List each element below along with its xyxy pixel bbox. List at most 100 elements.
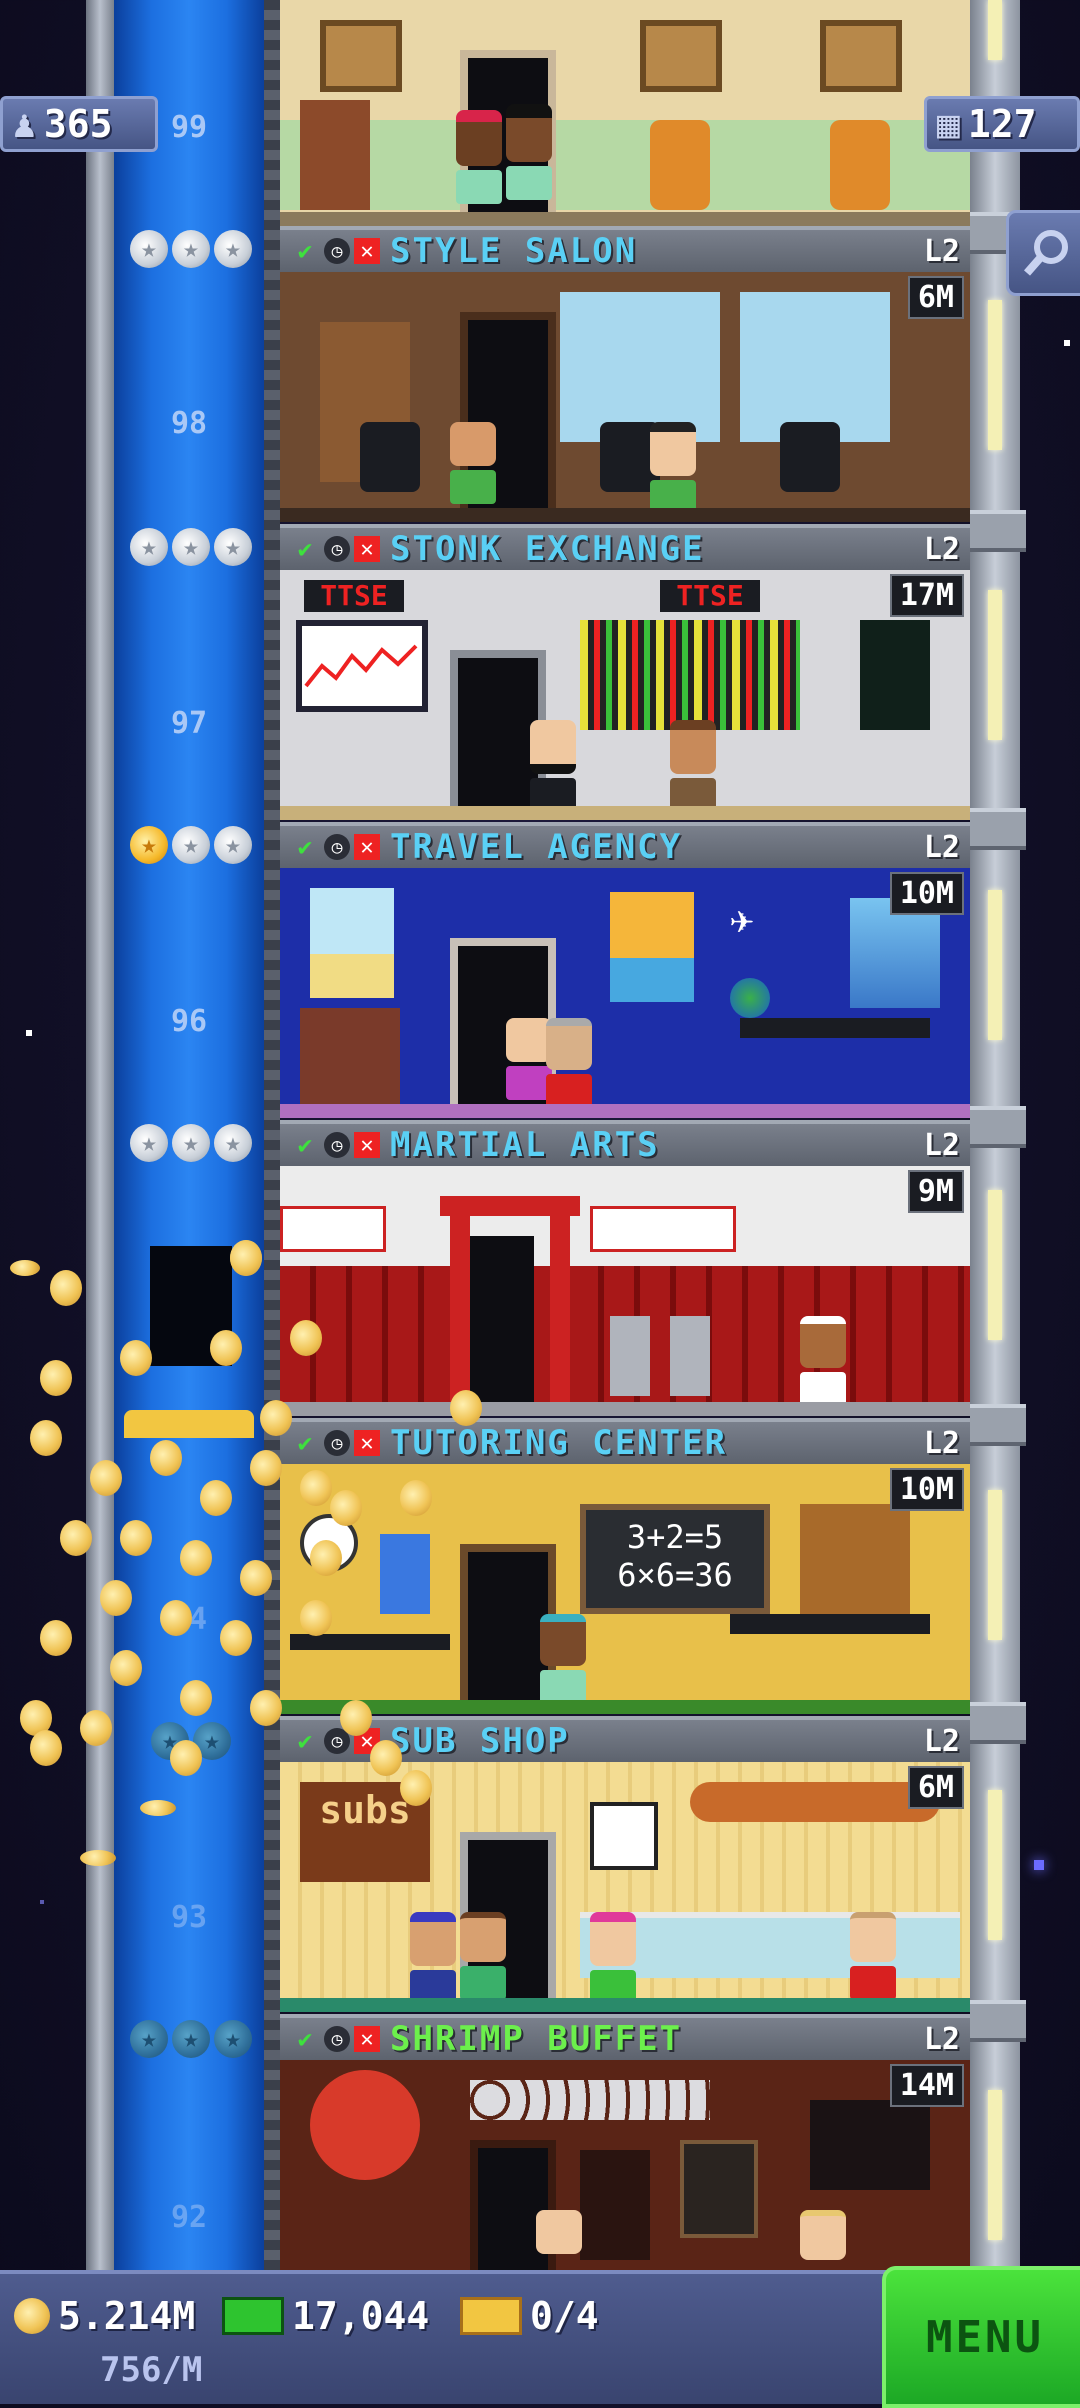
bitizen[interactable]: [456, 110, 506, 204]
bitizen[interactable]: [546, 1018, 596, 1108]
tickets-counter[interactable]: 0/4: [460, 2294, 599, 2338]
close-icon[interactable]: ✕: [354, 1430, 380, 1456]
desk: [290, 1634, 450, 1650]
bitizen[interactable]: [536, 2210, 586, 2270]
elevator-car[interactable]: [124, 1410, 254, 1438]
clock-icon: ◷: [324, 1430, 350, 1456]
check-icon: ✔: [297, 1429, 313, 1457]
floor-level: L2: [923, 829, 960, 865]
floor-level: L2: [923, 1127, 960, 1163]
close-icon[interactable]: ✕: [354, 238, 380, 264]
banner: [280, 1206, 386, 1252]
close-icon[interactable]: ✕: [354, 536, 380, 562]
locker: [670, 1316, 710, 1396]
bitizen[interactable]: [800, 2210, 850, 2270]
coins-counter[interactable]: 5.214M: [14, 2294, 195, 2338]
floor-99[interactable]: [280, 0, 970, 226]
building-icon: ▦: [937, 102, 960, 146]
floor-star-rating: ★ ★ ★: [118, 524, 264, 570]
sunset-poster: [610, 892, 694, 1002]
stock-chart-screen: [296, 620, 428, 712]
bitizen[interactable]: [850, 1912, 900, 2000]
bitizen[interactable]: [540, 1614, 590, 1704]
floor-counter[interactable]: ▦ 127: [924, 96, 1080, 152]
check-icon: ✔: [297, 535, 313, 563]
shaft-floor-number: 98: [170, 406, 208, 441]
floor-level: L2: [923, 1425, 960, 1461]
shaft-floor-number: 96: [170, 1004, 208, 1039]
silver-star-icon: ★: [172, 1124, 210, 1162]
floor-star-rating: ★ ★ ★: [118, 1120, 264, 1166]
floor-level: L2: [923, 2021, 960, 2057]
check-icon: ✔: [297, 2025, 313, 2053]
floor-name: SUB SHOP: [390, 1721, 570, 1761]
floor-value: 6M: [907, 276, 964, 319]
floor-level: L2: [923, 531, 960, 567]
armchair: [650, 120, 710, 210]
window: [740, 292, 890, 442]
floor-value: 17M: [889, 574, 964, 617]
shaft-divider: [264, 0, 280, 2270]
ticker-sign: TTSE: [660, 580, 760, 612]
silver-star-icon: ★: [130, 230, 168, 268]
bitizen[interactable]: [800, 1316, 850, 1406]
sign: [590, 1802, 658, 1870]
room-door: [470, 1236, 534, 1402]
tickets-value: 0/4: [530, 2294, 599, 2338]
menu-button[interactable]: MENU: [882, 2266, 1080, 2408]
search-button[interactable]: [1006, 210, 1080, 296]
bitizen[interactable]: [590, 1912, 640, 2004]
shrimp-sign: [310, 2070, 420, 2180]
bitizen[interactable]: [506, 104, 556, 200]
silver-star-icon: ★: [130, 528, 168, 566]
close-icon[interactable]: ✕: [354, 2026, 380, 2052]
desk: [730, 1614, 930, 1634]
silver-star-icon: ★: [172, 826, 210, 864]
floor-level: L2: [923, 233, 960, 269]
star-icon: ★: [214, 2020, 252, 2058]
shaft-floor-number: 92: [170, 2200, 208, 2235]
floor-tutoring-center[interactable]: ✔ ◷ ✕ TUTORING CENTER L2 10M 3+2=5 6×6=3…: [280, 1418, 970, 1714]
chalkboard-line: 3+2=5: [626, 1518, 724, 1556]
painting: [820, 20, 902, 92]
floor-stonk-exchange[interactable]: ✔ ◷ ✕ STONK EXCHANGE L2 17M TTSE TTSE: [280, 524, 970, 820]
floor-value: 10M: [889, 1468, 964, 1511]
clock-icon: ◷: [324, 1132, 350, 1158]
close-icon[interactable]: ✕: [354, 834, 380, 860]
armchair: [830, 120, 890, 210]
star-icon: ★: [130, 2020, 168, 2058]
population-counter[interactable]: ♟ 365: [0, 96, 158, 152]
floor-travel-agency[interactable]: ✔ ◷ ✕ TRAVEL AGENCY L2 10M ✈: [280, 822, 970, 1118]
floor-star-rating: ★ ★ ★: [118, 822, 264, 868]
floor-style-salon[interactable]: ✔ ◷ ✕ STYLE SALON L2 6M: [280, 226, 970, 522]
menu-board: [810, 2100, 930, 2190]
silver-star-icon: ★: [172, 528, 210, 566]
torii-gate: [550, 1216, 570, 1402]
bitizen[interactable]: [530, 720, 580, 812]
bitizen[interactable]: [650, 422, 700, 514]
stock-board: [580, 620, 800, 730]
chalkboard-line: 6×6=36: [617, 1556, 733, 1594]
bitizen[interactable]: [410, 1912, 460, 2004]
bitizen[interactable]: [670, 720, 720, 812]
bitizen[interactable]: [450, 422, 500, 508]
ticker-monitor: [860, 620, 930, 730]
torii-gate: [440, 1196, 580, 1216]
floor-name: TRAVEL AGENCY: [390, 827, 683, 867]
floor-shrimp-buffet[interactable]: ✔ ◷ ✕ SHRIMP BUFFET L2 14M: [280, 2014, 970, 2270]
bux-counter[interactable]: 17,044: [222, 2294, 429, 2338]
floor-martial-arts[interactable]: ✔ ◷ ✕ MARTIAL ARTS L2 9M: [280, 1120, 970, 1416]
bux-value: 17,044: [292, 2294, 430, 2338]
clock-icon: ◷: [324, 2026, 350, 2052]
close-icon[interactable]: ✕: [354, 1132, 380, 1158]
clock-icon: ◷: [324, 834, 350, 860]
bitizen[interactable]: [460, 1912, 510, 2000]
floor-name: MARTIAL ARTS: [390, 1125, 660, 1165]
bookshelf: [800, 1504, 910, 1614]
clock-icon: ◷: [324, 238, 350, 264]
floor-level: L2: [923, 1723, 960, 1759]
gold-star-icon: ★: [130, 826, 168, 864]
chalkboard: 3+2=5 6×6=36: [580, 1504, 770, 1614]
silver-star-icon: ★: [214, 528, 252, 566]
shaft-floor-number: 97: [170, 706, 208, 741]
